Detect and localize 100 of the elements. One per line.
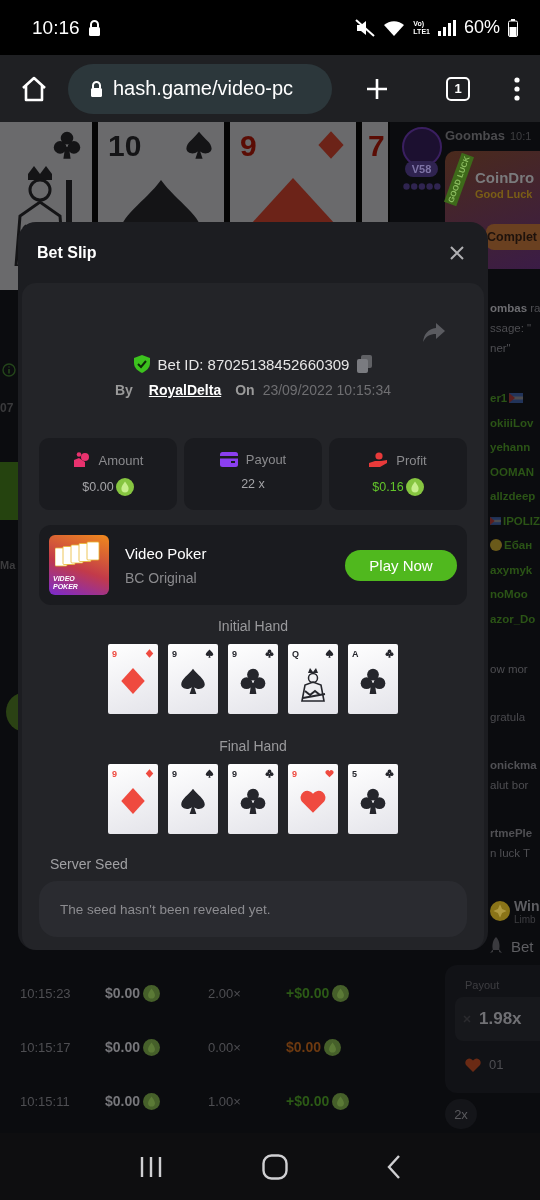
wallet-icon — [219, 452, 238, 467]
card-rank: Q — [292, 649, 299, 659]
chat-username: rtmePle — [490, 827, 533, 839]
club-icon — [52, 130, 82, 160]
stat-value: $0.00 — [82, 480, 114, 494]
stat-label: Payout — [245, 452, 287, 467]
club-icon — [359, 667, 387, 695]
chat-message: ssage: " — [490, 322, 532, 334]
chat-username: onickma — [490, 759, 537, 771]
card-rank: 9 — [240, 130, 257, 162]
bet-multiplier: 1.00× — [208, 1093, 242, 1109]
copy-icon[interactable] — [357, 355, 373, 373]
back-icon[interactable] — [386, 1154, 401, 1179]
menu-icon[interactable] — [514, 76, 520, 101]
card-rank: 9 — [232, 769, 237, 779]
payout-field[interactable]: 1.98x — [455, 997, 540, 1041]
spade-icon — [325, 649, 334, 658]
chat-username[interactable]: azor_Do — [490, 612, 536, 625]
chat-username[interactable]: Goombas — [445, 128, 505, 143]
spade-icon — [205, 649, 214, 658]
coin-icon — [324, 1038, 342, 1056]
chat-username[interactable]: okiiiLov — [490, 416, 534, 429]
wifi-icon — [383, 18, 406, 37]
club-icon — [265, 649, 274, 658]
chat-username[interactable]: noMoo — [490, 588, 528, 601]
hand-title: Final Hand — [218, 738, 288, 754]
promo-subtitle: Good Luck — [475, 188, 534, 200]
seed-label: Server Seed — [49, 856, 129, 872]
clock-time: 10:16 — [32, 16, 80, 39]
coin-icon — [143, 984, 161, 1002]
card-rank: 9 — [172, 769, 177, 779]
chat-message: ombas ra — [490, 302, 540, 314]
close-icon[interactable] — [450, 245, 464, 260]
card-rank: 9 — [172, 649, 177, 659]
hand-icon — [369, 452, 389, 468]
tab-count-button[interactable]: 1 — [446, 76, 470, 101]
info-icon — [2, 363, 16, 377]
play-now-button[interactable]: Play Now — [345, 549, 457, 581]
battery-percent: 60% — [463, 17, 500, 38]
chat-message: gratula — [490, 711, 526, 723]
home-icon[interactable] — [262, 1153, 288, 1180]
spade-icon — [184, 130, 214, 160]
dialog-title: Bet Slip — [37, 243, 97, 262]
card-rank: 9 — [112, 769, 117, 779]
address-bar[interactable]: hash.game/video-pc — [68, 63, 332, 114]
coin-icon — [143, 1092, 161, 1110]
bet-amount: $0.00 — [105, 985, 141, 1001]
chat-message: ner" — [490, 342, 511, 354]
hand-title: Initial Hand — [216, 618, 289, 634]
level-dots-icon — [402, 183, 441, 190]
club-icon — [385, 769, 394, 778]
diamond-icon — [119, 667, 147, 695]
chat-message: alut bor — [490, 779, 529, 791]
card-rank: 7 — [368, 130, 385, 162]
stat-label: Amount — [98, 452, 144, 468]
bet-tab[interactable]: Bet — [511, 937, 534, 955]
card-rank: A — [352, 649, 359, 659]
chat-username[interactable]: axymyk — [490, 563, 533, 576]
club-icon — [265, 769, 274, 778]
chat-username[interactable]: er1 — [490, 392, 508, 405]
chat-message: n luck T — [490, 847, 531, 859]
bet-id: Bet ID: 87025138452660309 — [157, 355, 350, 373]
club-icon — [359, 787, 387, 815]
diamond-icon — [316, 130, 346, 160]
bet-profit: $0.00 — [286, 1039, 322, 1055]
spade-icon — [179, 787, 207, 815]
bet-time: 10:15:17 — [20, 1039, 72, 1055]
spade-icon — [205, 769, 214, 778]
shield-icon — [133, 355, 150, 373]
chat-username[interactable]: yehann — [490, 441, 531, 454]
diamond-icon — [145, 649, 154, 658]
new-tab-icon[interactable] — [366, 77, 388, 100]
game-provider: BC Original — [125, 569, 198, 586]
coin-icon — [490, 901, 510, 921]
chat-username[interactable]: IPOLIZ — [502, 514, 540, 527]
club-icon — [239, 667, 267, 695]
chat-username[interactable]: allzdeep — [490, 490, 536, 503]
diamond-icon — [119, 787, 147, 815]
card-rank: 5 — [352, 769, 357, 779]
rocket-icon — [489, 937, 503, 955]
cards-icon — [55, 540, 101, 570]
complete-button[interactable]: Complet — [486, 224, 540, 250]
chat-username[interactable]: Ебан — [504, 539, 533, 552]
username-link[interactable]: RoyalDelta — [148, 382, 222, 398]
by-label: By — [114, 382, 133, 398]
bet-multiplier: 0.00× — [208, 1039, 242, 1055]
bet-profit: +$0.00 — [286, 985, 330, 1001]
battery-icon — [508, 18, 518, 37]
club-icon — [385, 649, 394, 658]
promo-ribbon: GOOD LUCK — [444, 152, 474, 207]
card-rank: 10 — [108, 130, 142, 162]
like-count: 01 — [489, 1057, 504, 1072]
multiplier-chip[interactable]: 2x — [445, 1099, 477, 1129]
vip-badge: V58 — [404, 161, 439, 177]
recent-apps-icon[interactable] — [139, 1155, 164, 1178]
bet-amount: $0.00 — [105, 1039, 141, 1055]
chat-username[interactable]: OOMAN — [490, 465, 535, 478]
bet-date: 23/09/2022 10:15:34 — [262, 382, 392, 398]
spade-icon — [179, 667, 207, 695]
coin-icon — [143, 1038, 161, 1056]
